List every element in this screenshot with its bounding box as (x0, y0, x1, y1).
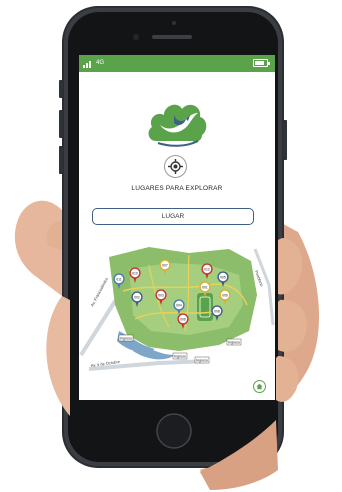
cloud-bird-logo (148, 104, 207, 147)
entrance-tag: Ingreso (118, 334, 134, 342)
pin-label: 010 (132, 271, 138, 275)
place-search-input[interactable] (92, 208, 254, 225)
section-title: LUGARES PARA EXPLORAR (131, 185, 223, 192)
svg-text:Ingreso: Ingreso (196, 359, 208, 363)
pin-label: 001 (202, 285, 208, 289)
svg-text:Ingreso: Ingreso (120, 337, 132, 341)
battery-icon (253, 59, 270, 67)
pin-label: 006 (222, 293, 228, 297)
phone-screen: 4G LUGARES PARA EXPLORAR LUGAR Av. Franc… (79, 55, 275, 400)
carrier-label: 4G (96, 60, 105, 66)
pin-label: 011 (116, 277, 122, 281)
phone-in-hand-scene: 4G LUGARES PARA EXPLORAR LUGAR Av. Franc… (0, 0, 342, 492)
pin-label: 002 (134, 295, 140, 299)
svg-text:Ingreso: Ingreso (228, 341, 240, 345)
entrance-tag: Ingreso (226, 338, 242, 346)
status-bar: 4G (79, 55, 275, 72)
entrance-tag: Ingreso (194, 356, 210, 364)
entrance-tag: Ingreso (172, 352, 188, 360)
pin-label: 006 (180, 317, 186, 321)
home-icon (256, 383, 263, 390)
svg-text:Ingreso: Ingreso (174, 355, 186, 359)
pin-label: 003 (158, 293, 164, 297)
pin-label: 012 (204, 267, 210, 271)
pin-label: 007 (162, 263, 168, 267)
pin-label: 004 (176, 303, 182, 307)
crosshair-icon (168, 159, 183, 174)
pin-label: 005 (220, 275, 226, 279)
park-map[interactable]: Av. Francodónico Av. ti de Octubre Puebl… (79, 235, 275, 371)
signal-icon (83, 61, 91, 68)
locate-me-button[interactable] (164, 155, 187, 178)
home-button[interactable] (253, 380, 266, 393)
pin-label: 008 (214, 309, 220, 313)
